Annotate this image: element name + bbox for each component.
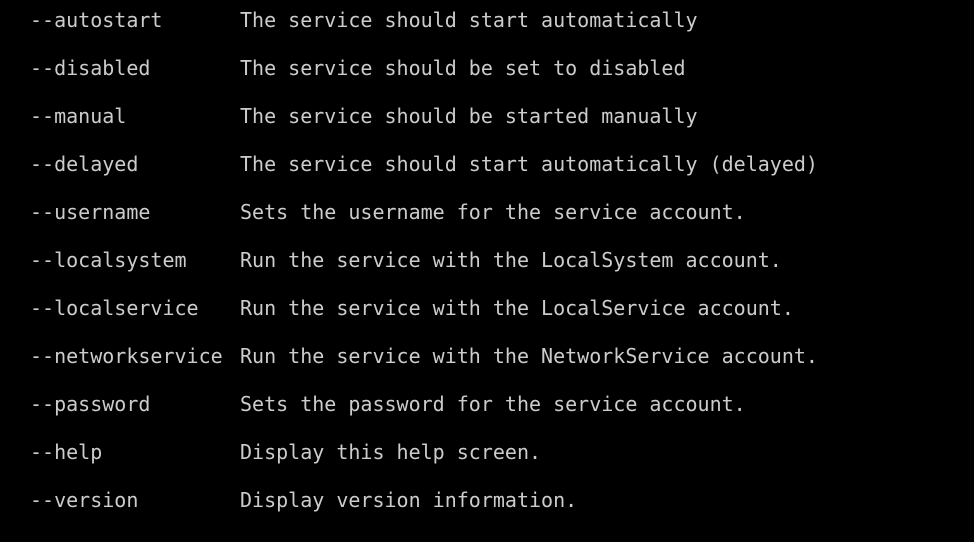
option-flag-username: --username — [30, 200, 151, 224]
option-flag-autostart: --autostart — [30, 8, 163, 32]
option-flag-version: --version — [30, 488, 139, 512]
help-option-row: --localservice Run the service with the L… — [0, 284, 974, 332]
option-description: The service should start automatically — [240, 8, 698, 32]
option-flag-localservice: --localservice — [30, 296, 199, 320]
option-description: The service should be set to disabled — [240, 56, 686, 80]
option-description: Sets the password for the service accoun… — [240, 392, 746, 416]
help-option-row: --password Sets the password for the serv… — [0, 380, 974, 428]
option-flag-disabled: --disabled — [30, 56, 151, 80]
option-description: Display version information. — [240, 488, 578, 512]
help-option-row: --username Sets the username for the serv… — [0, 188, 974, 236]
help-option-row: --delayed The service should start automa… — [0, 140, 974, 188]
help-options-list: --autostart The service should start auto… — [0, 0, 974, 524]
help-option-row: --autostart The service should start auto… — [0, 0, 974, 44]
option-description: Run the service with the LocalService ac… — [240, 296, 794, 320]
option-flag-manual: --manual — [30, 104, 127, 128]
option-flag-delayed: --delayed — [30, 152, 139, 176]
option-flag-help: --help — [30, 440, 103, 464]
terminal-console-output: --autostart The service should start auto… — [0, 0, 974, 542]
option-description: Display this help screen. — [240, 440, 542, 464]
option-description: Run the service with the LocalSystem acc… — [240, 248, 782, 272]
option-flag-password: --password — [30, 392, 151, 416]
help-option-row: --version Display version information. — [0, 476, 974, 524]
option-description: The service should start automatically (… — [240, 152, 818, 176]
option-description: Sets the username for the service accoun… — [240, 200, 746, 224]
option-flag-localsystem: --localsystem — [30, 248, 187, 272]
help-option-row: --disabled The service should be set to d… — [0, 44, 974, 92]
help-option-row: --networkservice Run the service with the… — [0, 332, 974, 380]
help-option-row: --help Display this help screen. — [0, 428, 974, 476]
help-option-row: --localsystem Run the service with the Lo… — [0, 236, 974, 284]
option-description: The service should be started manually — [240, 104, 698, 128]
option-flag-networkservice: --networkservice — [30, 344, 223, 368]
help-option-row: --manual The service should be started ma… — [0, 92, 974, 140]
option-description: Run the service with the NetworkService … — [240, 344, 818, 368]
